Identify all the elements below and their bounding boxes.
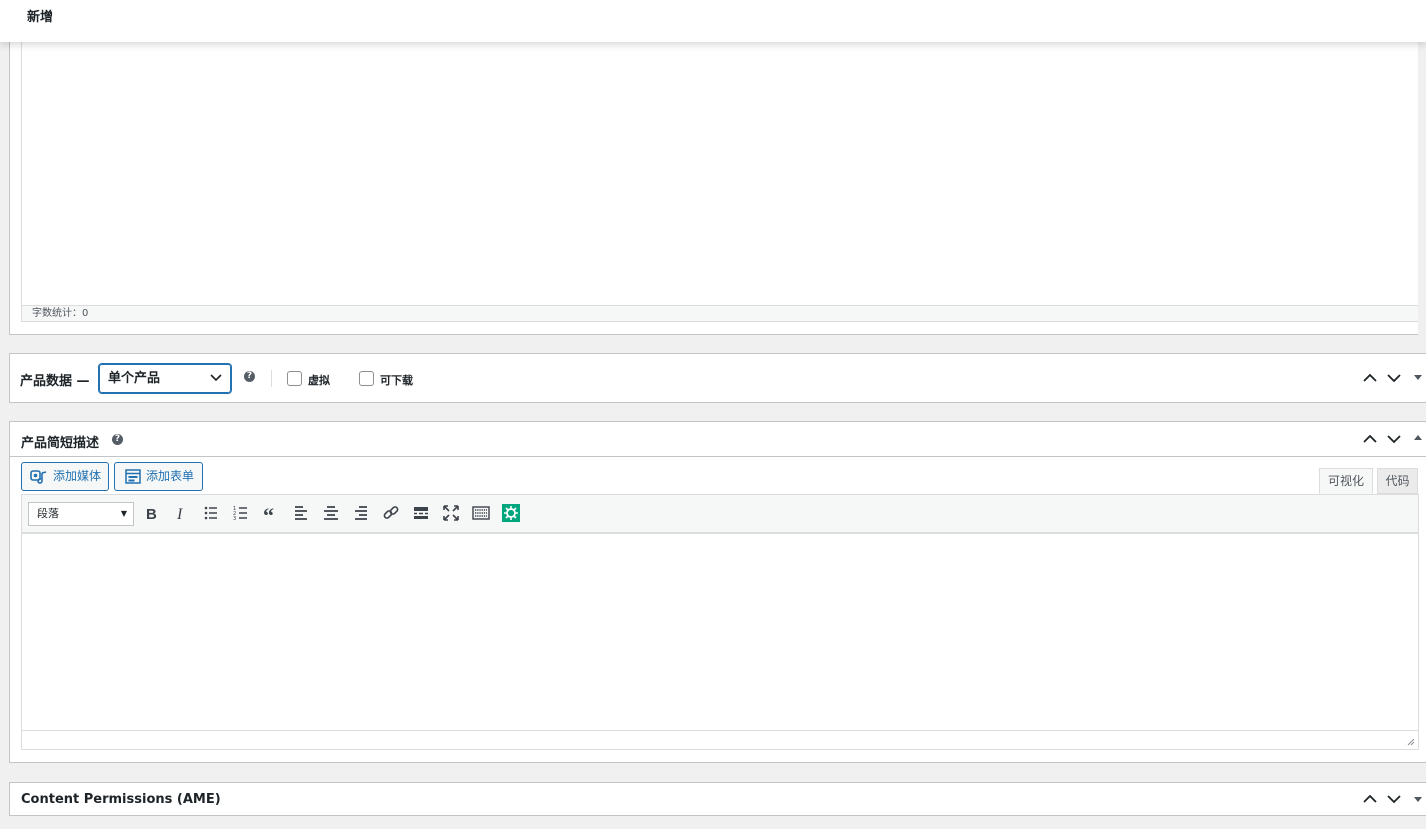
bullet-list-icon[interactable]	[202, 504, 220, 522]
svg-text:I: I	[176, 506, 183, 522]
page-header: 新增	[0, 0, 1426, 42]
word-count-status: 字数统计：0	[21, 305, 1419, 322]
add-media-button[interactable]: 添加媒体	[21, 462, 109, 491]
content-permissions-box: Content Permissions (AME)	[9, 782, 1426, 816]
editor-statusbar	[21, 730, 1419, 750]
add-form-label: 添加表单	[146, 469, 195, 483]
content-permissions-title: Content Permissions (AME)	[21, 792, 221, 807]
form-icon	[125, 469, 141, 484]
read-more-icon[interactable]	[412, 504, 430, 522]
fullscreen-icon[interactable]	[442, 504, 460, 522]
page-title: 新增	[27, 10, 54, 25]
short-description-header: 产品简短描述 ?	[10, 422, 1426, 457]
align-center-icon[interactable]	[322, 504, 340, 522]
format-select[interactable]: 段落 ▼	[28, 502, 134, 526]
tab-visual[interactable]: 可视化	[1319, 468, 1373, 494]
collapse-panel-icon[interactable]	[1413, 432, 1423, 444]
tab-code[interactable]: 代码	[1377, 468, 1418, 494]
align-left-icon[interactable]	[292, 504, 310, 522]
short-description-editor[interactable]	[21, 534, 1419, 730]
move-down-icon[interactable]	[1386, 791, 1402, 807]
content-editor-area[interactable]	[21, 42, 1419, 306]
dropdown-arrow-icon: ▼	[120, 509, 127, 518]
short-description-title: 产品简短描述	[21, 436, 100, 451]
question-circle-icon[interactable]: ?	[244, 371, 255, 382]
blockquote-icon[interactable]: “	[262, 503, 280, 528]
add-form-button[interactable]: 添加表单	[114, 462, 203, 491]
align-right-icon[interactable]	[352, 504, 370, 522]
product-type-value: 单个产品	[108, 371, 161, 386]
separator	[271, 370, 272, 387]
product-data-title: 产品数据 —	[20, 374, 90, 389]
bold-icon[interactable]: B	[142, 504, 160, 523]
svg-text:3: 3	[233, 516, 236, 522]
plugin-gear-icon[interactable]	[502, 504, 520, 522]
svg-text:“: “	[263, 504, 274, 522]
toggle-panel-icon[interactable]	[1413, 371, 1423, 383]
chevron-down-icon	[210, 374, 222, 382]
italic-icon[interactable]: I	[172, 504, 190, 523]
numbered-list-icon[interactable]: 123	[232, 504, 250, 522]
question-circle-icon[interactable]: ?	[112, 434, 123, 445]
product-type-select[interactable]: 单个产品	[99, 364, 231, 393]
link-icon[interactable]	[382, 504, 400, 522]
toggle-panel-icon[interactable]	[1413, 793, 1423, 805]
format-select-value: 段落	[37, 507, 59, 520]
move-up-icon[interactable]	[1362, 431, 1378, 447]
add-media-label: 添加媒体	[53, 469, 102, 483]
move-down-icon[interactable]	[1386, 431, 1402, 447]
move-down-icon[interactable]	[1386, 370, 1402, 386]
virtual-checkbox[interactable]	[287, 371, 302, 386]
downloadable-label: 可下载	[380, 374, 413, 387]
virtual-label: 虚拟	[308, 374, 330, 387]
move-up-icon[interactable]	[1362, 791, 1378, 807]
downloadable-checkbox[interactable]	[359, 371, 374, 386]
resize-handle-icon[interactable]	[1406, 737, 1415, 746]
product-data-box: 产品数据 — 单个产品 ? 虚拟 可下载	[9, 353, 1426, 403]
add-media-icon	[30, 470, 47, 484]
toolbar-toggle-icon[interactable]	[472, 504, 490, 522]
move-up-icon[interactable]	[1362, 370, 1378, 386]
word-count-label: 字数统计：0	[32, 308, 89, 319]
editor-toolbar: 段落 ▼ B I 123 “	[21, 494, 1419, 534]
svg-text:B: B	[146, 506, 157, 522]
